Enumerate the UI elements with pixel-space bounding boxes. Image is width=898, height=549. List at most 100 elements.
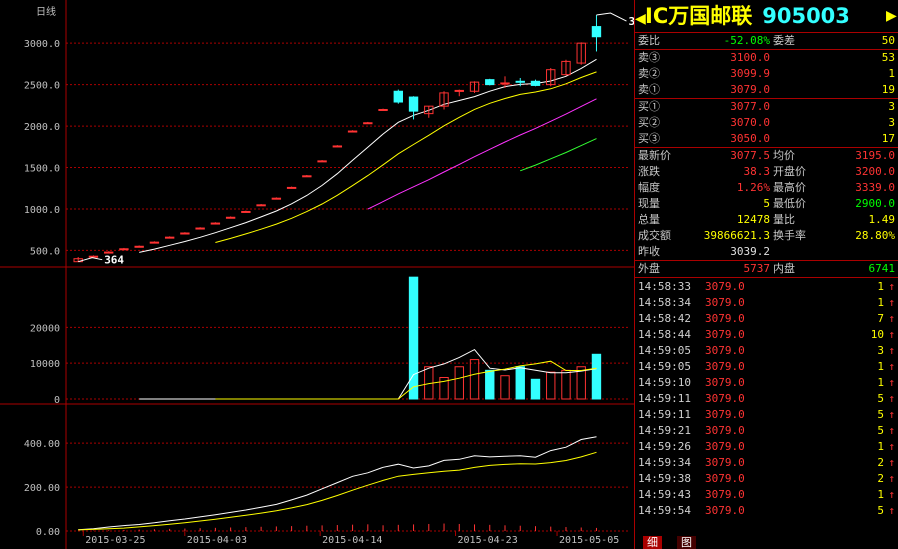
candle-body xyxy=(256,204,266,207)
high-price-label: 最高价 xyxy=(773,181,806,194)
ratio-diff-label: 委差 xyxy=(773,34,795,47)
tab-chart[interactable]: 图 xyxy=(677,536,696,549)
ratio-diff-value: 50 xyxy=(881,34,895,47)
tick-row: 14:59:21 3079.0 5 ↑ xyxy=(638,424,895,437)
candle-body xyxy=(393,90,403,103)
ratio-value: -52.08% xyxy=(723,34,770,47)
kline-chart[interactable]: 日线 3000.02500.02000.01500.01000.0500.03 3… xyxy=(0,0,634,549)
tick-row: 14:59:11 3079.0 5 ↑ xyxy=(638,408,895,421)
vol-ratio: 1.49 xyxy=(868,213,896,226)
tick-row: 14:59:05 3079.0 3 ↑ xyxy=(638,344,895,357)
indicator-tick-label: 0.00 xyxy=(36,527,60,538)
candle-body xyxy=(591,26,602,38)
total-vol: 12478 xyxy=(736,213,770,226)
volume-bar xyxy=(469,359,480,400)
candle-body xyxy=(530,80,541,86)
date-tick-label: 2015-04-23 xyxy=(458,535,518,546)
tick-list[interactable]: 14:58:33 3079.0 1 ↑ 14:58:34 3079.0 1 ↑ 14:58:42… xyxy=(635,278,898,519)
volume-bar xyxy=(454,366,464,400)
tab-detail[interactable]: 细 xyxy=(643,536,662,549)
outer-value: 5737 xyxy=(743,262,771,275)
candle-body xyxy=(210,222,221,225)
candle-body xyxy=(363,122,373,125)
pct-label: 幅度 xyxy=(638,181,660,194)
next-instrument-icon[interactable]: ▶ xyxy=(886,0,897,32)
volume-bar xyxy=(561,369,571,400)
volume-bar xyxy=(408,276,419,400)
outer-label: 外盘 xyxy=(638,262,660,275)
candle-body xyxy=(515,80,525,83)
volume-bar xyxy=(546,371,556,400)
price-tick-label: 3000.0 xyxy=(24,39,60,50)
volume-tick-label: 10000 xyxy=(30,359,60,370)
candle-body xyxy=(88,255,99,258)
last-price: 3077.5 xyxy=(730,149,770,162)
price-tick-label: 1000.0 xyxy=(24,205,60,216)
candle-body xyxy=(500,82,510,85)
vol-ma5-line xyxy=(139,348,597,400)
high-marker xyxy=(596,12,627,22)
ask-row: 卖① 3079.0 19 xyxy=(638,83,895,96)
candle-body xyxy=(180,232,190,235)
tick-row: 14:59:54 3079.0 5 ↑ xyxy=(638,504,895,517)
quote-panel: ◀IC万国邮联 905003 ▶ 委比 -52.08% 委差 50 卖③ 3100.… xyxy=(634,0,898,549)
tick-row: 14:58:33 3079.0 1 ↑ xyxy=(638,280,895,293)
date-tick-label: 2015-04-14 xyxy=(322,535,382,546)
ma5-line xyxy=(139,58,597,253)
inner-label: 内盘 xyxy=(773,262,795,275)
outer-inner-row: 外盘 5737 内盘 6741 xyxy=(635,261,898,278)
kline-chart-area[interactable]: 日线 3000.0 2500.0 2000.0 1500.0 1000.0 500.0 3 3… xyxy=(0,0,634,549)
last-price-label: 最新价 xyxy=(638,149,671,162)
tick-row: 14:58:44 3079.0 10 ↑ xyxy=(638,328,895,341)
volume-bar xyxy=(485,369,495,400)
bid-row: 买② 3070.0 3 xyxy=(638,116,895,129)
candle-body xyxy=(164,236,175,239)
date-tick-label: 2015-05-05 xyxy=(559,535,619,546)
instrument-code: 905003 xyxy=(762,4,850,28)
volume-bar xyxy=(515,366,525,400)
indicator-tick-label: 400.00 xyxy=(24,439,60,450)
low-price: 2900.0 xyxy=(855,197,895,210)
indicator-line-1 xyxy=(78,436,597,531)
order-ratio-row: 委比 -52.08% 委差 50 xyxy=(635,33,898,50)
volume-bar xyxy=(530,378,541,400)
volume-tick-label: 0 xyxy=(54,395,60,406)
instrument-header: ◀IC万国邮联 905003 ▶ xyxy=(635,0,898,33)
candle-body xyxy=(286,186,297,189)
indicator-tick-label: 200.00 xyxy=(24,483,60,494)
tick-row: 14:59:34 3079.0 2 ↑ xyxy=(638,456,895,469)
candle-body xyxy=(378,108,388,111)
prev-instrument-icon[interactable]: ◀ xyxy=(635,3,646,35)
open-price-label: 开盘价 xyxy=(773,165,806,178)
ask-row: 卖③ 3100.0 53 xyxy=(638,51,895,64)
instrument-name: IC万国邮联 xyxy=(645,4,753,28)
indicator-line-2 xyxy=(78,451,597,531)
ma10-line xyxy=(215,71,597,243)
change-value: 38.3 xyxy=(743,165,771,178)
tick-row: 14:59:26 3079.0 1 ↑ xyxy=(638,440,895,453)
candle-body xyxy=(485,79,495,86)
bid-row: 买③ 3050.0 17 xyxy=(638,132,895,145)
inner-value: 6741 xyxy=(868,262,896,275)
avg-price-label: 均价 xyxy=(773,149,795,162)
candle-body xyxy=(195,227,205,230)
date-tick-label: 2015-04-03 xyxy=(187,535,247,546)
avg-price: 3195.0 xyxy=(855,149,895,162)
ask-book: 卖③ 3100.0 53 卖② 3099.9 1 卖① 3079.0 19 xyxy=(635,50,898,99)
candle-body xyxy=(302,175,312,178)
current-vol-label: 现量 xyxy=(638,197,660,210)
pct-value: 1.26% xyxy=(736,181,770,194)
open-price: 3200.0 xyxy=(855,165,895,178)
candle-body xyxy=(347,130,358,133)
tick-row: 14:59:05 3079.0 1 ↑ xyxy=(638,360,895,373)
candle-body xyxy=(241,210,251,213)
volume-bar xyxy=(500,375,510,400)
high-price: 3339.0 xyxy=(855,181,895,194)
period-label: 日线 xyxy=(36,5,56,18)
quote-stats: 最新价 3077.5 均价 3195.0 涨跌 38.3 开盘价 3200.0 … xyxy=(635,148,898,261)
prev-close-label: 昨收 xyxy=(638,245,660,258)
amount-value: 39866621.3 xyxy=(703,229,770,242)
price-tick-label: 500.0 xyxy=(30,246,60,257)
low-price-label: 最低价 xyxy=(773,197,806,210)
ratio-label: 委比 xyxy=(638,34,660,47)
